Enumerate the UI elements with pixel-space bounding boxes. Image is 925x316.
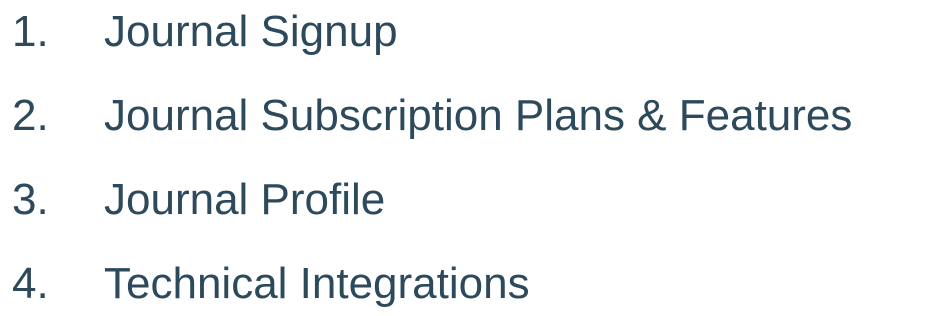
list-item-number: 3.: [12, 175, 49, 224]
list-item-label: Journal Profile: [104, 175, 386, 224]
list-item: 1. Journal Signup: [0, 2, 925, 62]
list-item-number: 2.: [12, 91, 49, 140]
list-item: 3. Journal Profile: [0, 170, 925, 230]
numbered-list: 1. Journal Signup 2. Journal Subscriptio…: [0, 0, 925, 316]
list-item-label: Journal Subscription Plans & Features: [104, 91, 853, 140]
list-item-number: 1.: [12, 7, 49, 56]
list-item: 4. Technical Integrations: [0, 254, 925, 314]
list-item-number: 4.: [12, 259, 49, 308]
list-item-label: Technical Integrations: [104, 259, 530, 308]
list-item-label: Journal Signup: [104, 7, 398, 56]
list-item: 2. Journal Subscription Plans & Features: [0, 86, 925, 146]
